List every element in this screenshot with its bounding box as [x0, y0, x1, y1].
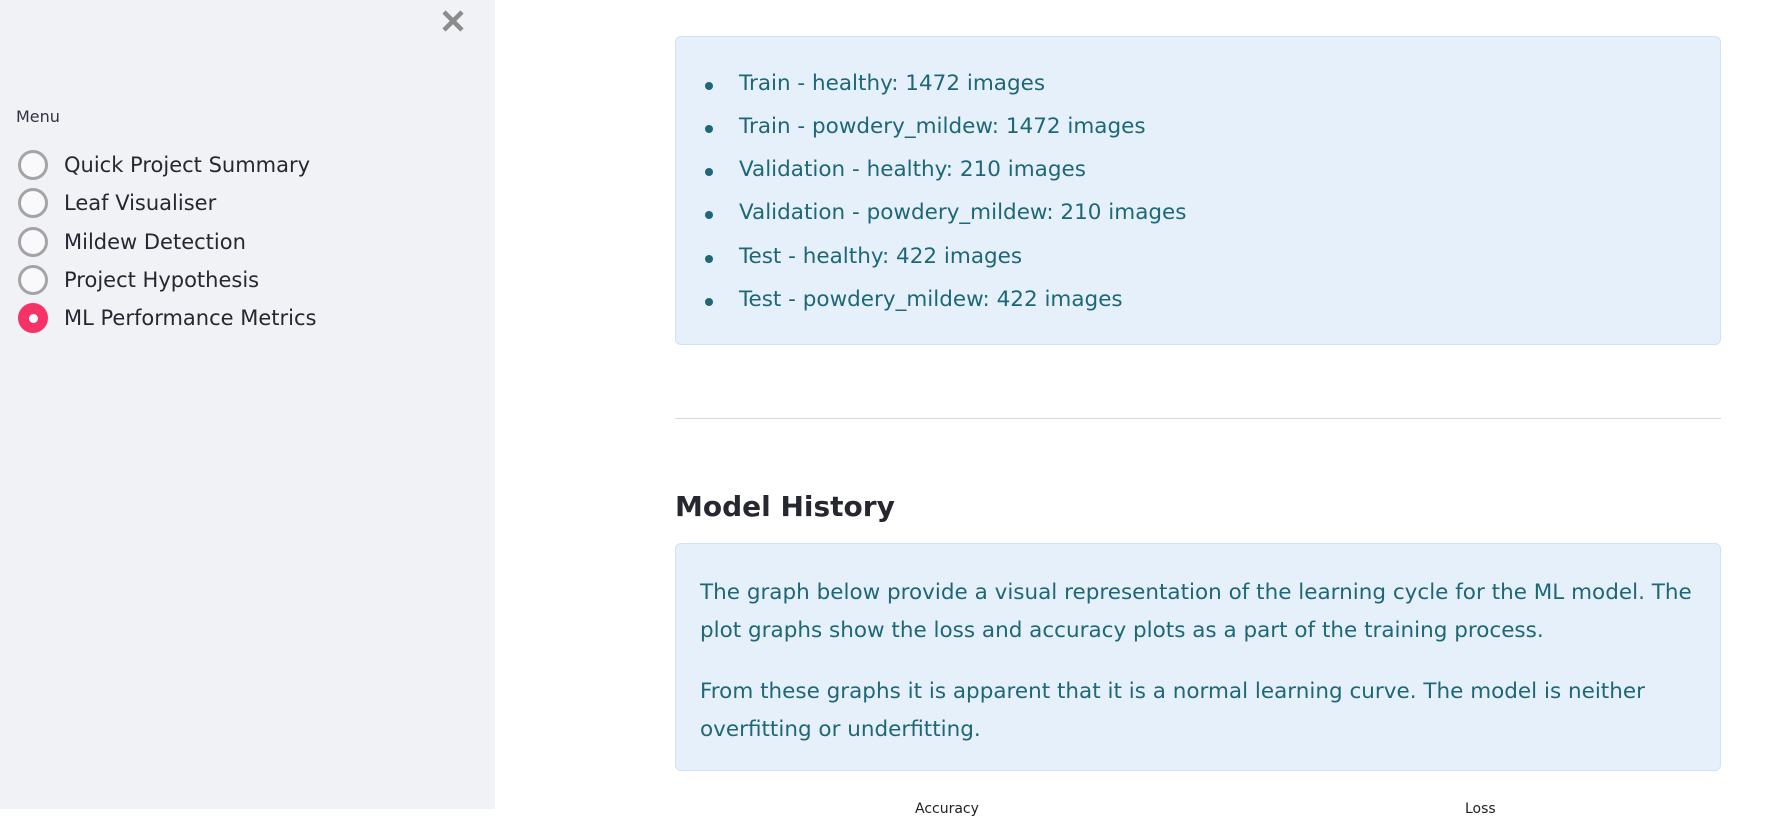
- menu-item-label: Mildew Detection: [64, 230, 246, 254]
- info-paragraph: From these graphs it is apparent that it…: [700, 679, 1645, 742]
- radio-unchecked-icon[interactable]: [18, 227, 48, 257]
- main-content: Train - healthy: 1472 images Train - pow…: [495, 0, 1775, 817]
- radio-unchecked-icon[interactable]: [18, 150, 48, 180]
- menu-item-label: Leaf Visualiser: [64, 191, 217, 215]
- list-item: Validation - healthy: 210 images: [705, 157, 1086, 182]
- list-item: Train - healthy: 1472 images: [704, 71, 1046, 96]
- menu-item-project-hypothesis[interactable]: Project Hypothesis: [0, 261, 420, 299]
- menu-item-label: Quick Project Summary: [64, 153, 311, 177]
- loss-chart-title: Loss: [1465, 801, 1496, 817]
- radio-unchecked-icon[interactable]: [18, 265, 48, 295]
- radio-unchecked-icon[interactable]: [18, 188, 48, 218]
- menu-item-quick-project-summary[interactable]: Quick Project Summary: [0, 146, 420, 184]
- sidebar: Menu Quick Project Summary Leaf Visualis…: [0, 0, 495, 809]
- model-history-heading: Model History: [675, 490, 895, 523]
- list-item: Validation - powdery_mildew: 210 images: [704, 200, 1187, 225]
- list-item: Test - healthy: 422 images: [704, 244, 1023, 269]
- model-history-info-box: The graph below provide a visual represe…: [675, 543, 1721, 771]
- menu-item-mildew-detection[interactable]: Mildew Detection: [0, 223, 420, 261]
- accuracy-chart-title: Accuracy: [915, 801, 979, 817]
- close-sidebar-button[interactable]: [440, 8, 466, 34]
- menu-item-label: ML Performance Metrics: [64, 306, 317, 330]
- dataset-split-info-box: Train - healthy: 1472 images Train - pow…: [675, 36, 1721, 345]
- close-icon: [442, 10, 464, 32]
- section-divider: [675, 418, 1721, 419]
- menu-label: Menu: [16, 107, 60, 126]
- menu-item-ml-performance-metrics[interactable]: ML Performance Metrics: [0, 299, 420, 337]
- menu-item-leaf-visualiser[interactable]: Leaf Visualiser: [0, 184, 420, 222]
- list-item: Test - powdery_mildew: 422 images: [705, 287, 1123, 312]
- list-item: Train - powdery_mildew: 1472 images: [705, 114, 1146, 139]
- info-paragraph: The graph below provide a visual represe…: [700, 580, 1692, 643]
- radio-checked-icon[interactable]: [18, 303, 48, 333]
- menu-item-label: Project Hypothesis: [64, 268, 260, 292]
